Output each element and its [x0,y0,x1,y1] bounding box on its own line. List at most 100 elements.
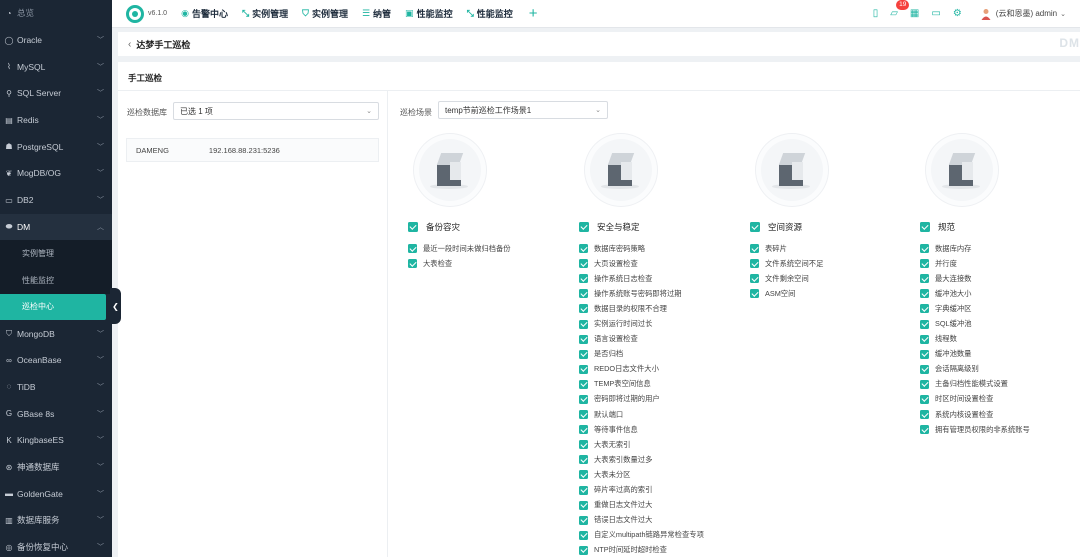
check-item[interactable]: 拥有管理员权限的非系统账号 [920,422,1080,437]
nav-instance[interactable]: ⤡ 实例管理 [242,7,288,20]
add-tab-plus-icon[interactable]: + [529,5,538,22]
calendar-icon[interactable]: ▦ [910,8,919,19]
check-item[interactable]: 大表检查 [408,256,573,271]
sidebar-item-gbase[interactable]: G GBase 8s ﹀ [0,400,112,427]
check-item-checkbox[interactable] [408,259,417,269]
check-item[interactable]: 大表索引数量过多 [579,452,744,467]
sidebar-collapse-handle[interactable]: ❮ [110,288,121,324]
user-name[interactable]: (云和恩墨) admin [996,8,1057,19]
check-item[interactable]: 碎片率过高的索引 [579,483,744,498]
chevron-down-icon[interactable]: ⌄ [1060,10,1066,18]
check-item[interactable]: 大表无索引 [579,437,744,452]
check-item-checkbox[interactable] [920,259,929,269]
check-item[interactable]: 缓冲池数量 [920,347,1080,362]
db-select[interactable]: 已选 1 项 ⌄ [173,102,379,120]
check-item[interactable]: 时区时间设置检查 [920,392,1080,407]
check-item[interactable]: 会话隔离级别 [920,362,1080,377]
check-item-checkbox[interactable] [579,500,588,510]
check-item[interactable]: SQL缓冲池 [920,316,1080,331]
check-item-checkbox[interactable] [920,364,929,374]
check-item[interactable]: 大页设置检查 [579,256,744,271]
sidebar-subitem[interactable]: 实例管理 [0,240,112,267]
check-item-checkbox[interactable] [750,289,759,299]
check-item[interactable]: 数据目录的权限不合理 [579,301,744,316]
check-item-checkbox[interactable] [579,455,588,465]
check-item-checkbox[interactable] [579,440,588,450]
nav-alarm[interactable]: ◉ 告警中心 [181,7,228,20]
check-item-checkbox[interactable] [579,379,588,389]
check-item[interactable]: 文件剩余空间 [750,271,915,286]
document-icon[interactable]: ▯ [873,8,879,19]
check-item-checkbox[interactable] [750,274,759,284]
check-item[interactable]: TEMP表空间信息 [579,377,744,392]
check-item[interactable]: 实例运行时间过长 [579,316,744,331]
sidebar-item-postgresql[interactable]: ☗ PostgreSQL ﹀ [0,133,112,160]
check-item[interactable]: 文件系统空间不足 [750,256,915,271]
check-item-checkbox[interactable] [579,364,588,374]
sidebar-subitem[interactable]: 巡检中心 [0,293,106,321]
check-item-checkbox[interactable] [408,244,417,254]
check-item-checkbox[interactable] [920,410,929,420]
sidebar-item-shentong[interactable]: ⊛ 神通数据库 ﹀ [0,454,112,481]
check-item-checkbox[interactable] [579,319,588,329]
check-item[interactable]: 操作系统账号密码即将过期 [579,286,744,301]
category-header[interactable]: 安全与稳定 [579,221,744,233]
check-item[interactable]: 大表未分区 [579,467,744,482]
check-item-checkbox[interactable] [579,515,588,525]
check-item-checkbox[interactable] [920,349,929,359]
sidebar-item-redis[interactable]: ▤ Redis ﹀ [0,107,112,134]
avatar[interactable] [980,8,992,20]
sidebar-item-sqlserver[interactable]: ⚲ SQL Server ﹀ [0,80,112,107]
check-item[interactable]: ASM空间 [750,286,915,301]
sidebar-item-dm[interactable]: ⬬ DM ︿ [0,213,112,241]
check-item[interactable]: 等待事件信息 [579,422,744,437]
check-item-checkbox[interactable] [920,425,929,435]
check-item[interactable]: 错误日志文件过大 [579,513,744,528]
check-item[interactable]: 系统内核设置检查 [920,407,1080,422]
scene-select[interactable]: temp节前巡检工作场景1 ⌄ [438,101,608,119]
check-item[interactable]: REDO日志文件大小 [579,362,744,377]
sidebar-item-overview[interactable]: ◔ 总览 [0,0,112,27]
check-item-checkbox[interactable] [579,274,588,284]
check-item[interactable]: 线程数 [920,332,1080,347]
nav-instance-shield[interactable]: ⛉ 实例管理 [302,7,348,20]
check-item[interactable]: NTP时间延时超时检查 [579,543,744,557]
check-item[interactable]: 重做日志文件过大 [579,498,744,513]
back-arrow-icon[interactable]: ‹ [128,39,131,50]
check-item-checkbox[interactable] [920,379,929,389]
sidebar-item-kingbase[interactable]: K KingbaseES ﹀ [0,427,112,454]
check-item[interactable]: 最大连接数 [920,271,1080,286]
sidebar-item-backup[interactable]: ◎ 备份恢复中心 ﹀ [0,534,112,557]
check-item[interactable]: 并行度 [920,256,1080,271]
settings-gear-icon[interactable]: ⚙ [953,8,962,19]
sidebar-item-oracle[interactable]: ◯ Oracle ﹀ [0,27,112,54]
category-header[interactable]: 备份容灾 [408,221,573,233]
check-item-checkbox[interactable] [579,545,588,555]
check-item-checkbox[interactable] [579,334,588,344]
check-item-checkbox[interactable] [579,244,588,254]
check-item[interactable]: 数据库密码策略 [579,241,744,256]
check-item[interactable]: 缓冲池大小 [920,286,1080,301]
sidebar-item-mogdb[interactable]: ❦ MogDB/OG ﹀ [0,160,112,187]
check-item-checkbox[interactable] [750,259,759,269]
category-checkbox[interactable] [750,222,760,232]
check-item-checkbox[interactable] [920,244,929,254]
check-item-checkbox[interactable] [579,304,588,314]
check-item-checkbox[interactable] [920,319,929,329]
check-item[interactable]: 表碎片 [750,241,915,256]
category-checkbox[interactable] [579,222,589,232]
sidebar-item-mysql[interactable]: ⌇ MySQL ﹀ [0,53,112,80]
check-item-checkbox[interactable] [920,274,929,284]
check-item-checkbox[interactable] [920,289,929,299]
check-item-checkbox[interactable] [920,334,929,344]
sidebar-item-db-service[interactable]: ▥ 数据库服务 ﹀ [0,507,112,534]
nav-performance[interactable]: ▣ 性能监控 [405,7,453,20]
check-item-checkbox[interactable] [579,470,588,480]
category-header[interactable]: 空间资源 [750,221,915,233]
check-item-checkbox[interactable] [750,244,759,254]
check-item-checkbox[interactable] [579,259,588,269]
sidebar-item-mongodb[interactable]: ⛉ MongoDB ﹀ [0,320,112,347]
check-item-checkbox[interactable] [920,304,929,314]
nav-manage[interactable]: ☰ 纳管 [362,7,391,20]
check-item[interactable]: 自定义multipath链路异常检查专项 [579,528,744,543]
